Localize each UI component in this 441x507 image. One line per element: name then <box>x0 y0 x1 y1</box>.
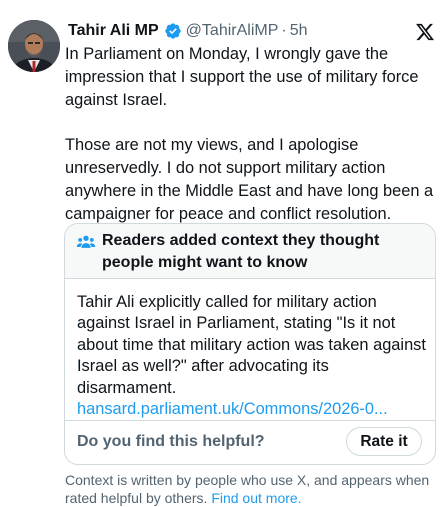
community-note-header: Readers added context they thought peopl… <box>65 224 435 279</box>
community-note-body: Tahir Ali explicitly called for military… <box>77 292 429 420</box>
post-container: Tahir Ali MP @TahirAliMP · 5h In Parliam… <box>0 0 441 507</box>
community-note-footer: Context is written by people who use X, … <box>65 471 437 507</box>
divider <box>65 420 435 421</box>
community-note-text: Tahir Ali explicitly called for military… <box>77 293 426 397</box>
x-logo-icon <box>416 23 435 41</box>
rate-it-button[interactable]: Rate it <box>346 427 422 456</box>
community-note-card: Readers added context they thought peopl… <box>64 223 436 465</box>
post-paragraph-2: Those are not my views, and I apologise … <box>65 136 434 223</box>
verified-badge-icon <box>164 23 181 39</box>
author-name[interactable]: Tahir Ali MP <box>68 18 159 44</box>
community-note-source-link[interactable]: hansard.parliament.uk/Commons/2026-0... <box>77 399 429 420</box>
post-paragraph-1: In Parliament on Monday, I wrongly gave … <box>65 45 419 109</box>
post-timestamp[interactable]: 5h <box>290 18 308 44</box>
author-handle[interactable]: @TahirAliMP <box>186 18 279 44</box>
post-text: In Parliament on Monday, I wrongly gave … <box>65 43 437 225</box>
people-icon <box>76 235 96 248</box>
post-header: Tahir Ali MP @TahirAliMP · 5h <box>68 18 431 44</box>
community-note-title: Readers added context they thought peopl… <box>102 232 380 271</box>
avatar[interactable] <box>8 20 60 72</box>
separator-dot: · <box>281 22 287 39</box>
helpful-prompt: Do you find this helpful? <box>77 433 265 450</box>
find-out-more-link[interactable]: Find out more. <box>211 490 301 506</box>
